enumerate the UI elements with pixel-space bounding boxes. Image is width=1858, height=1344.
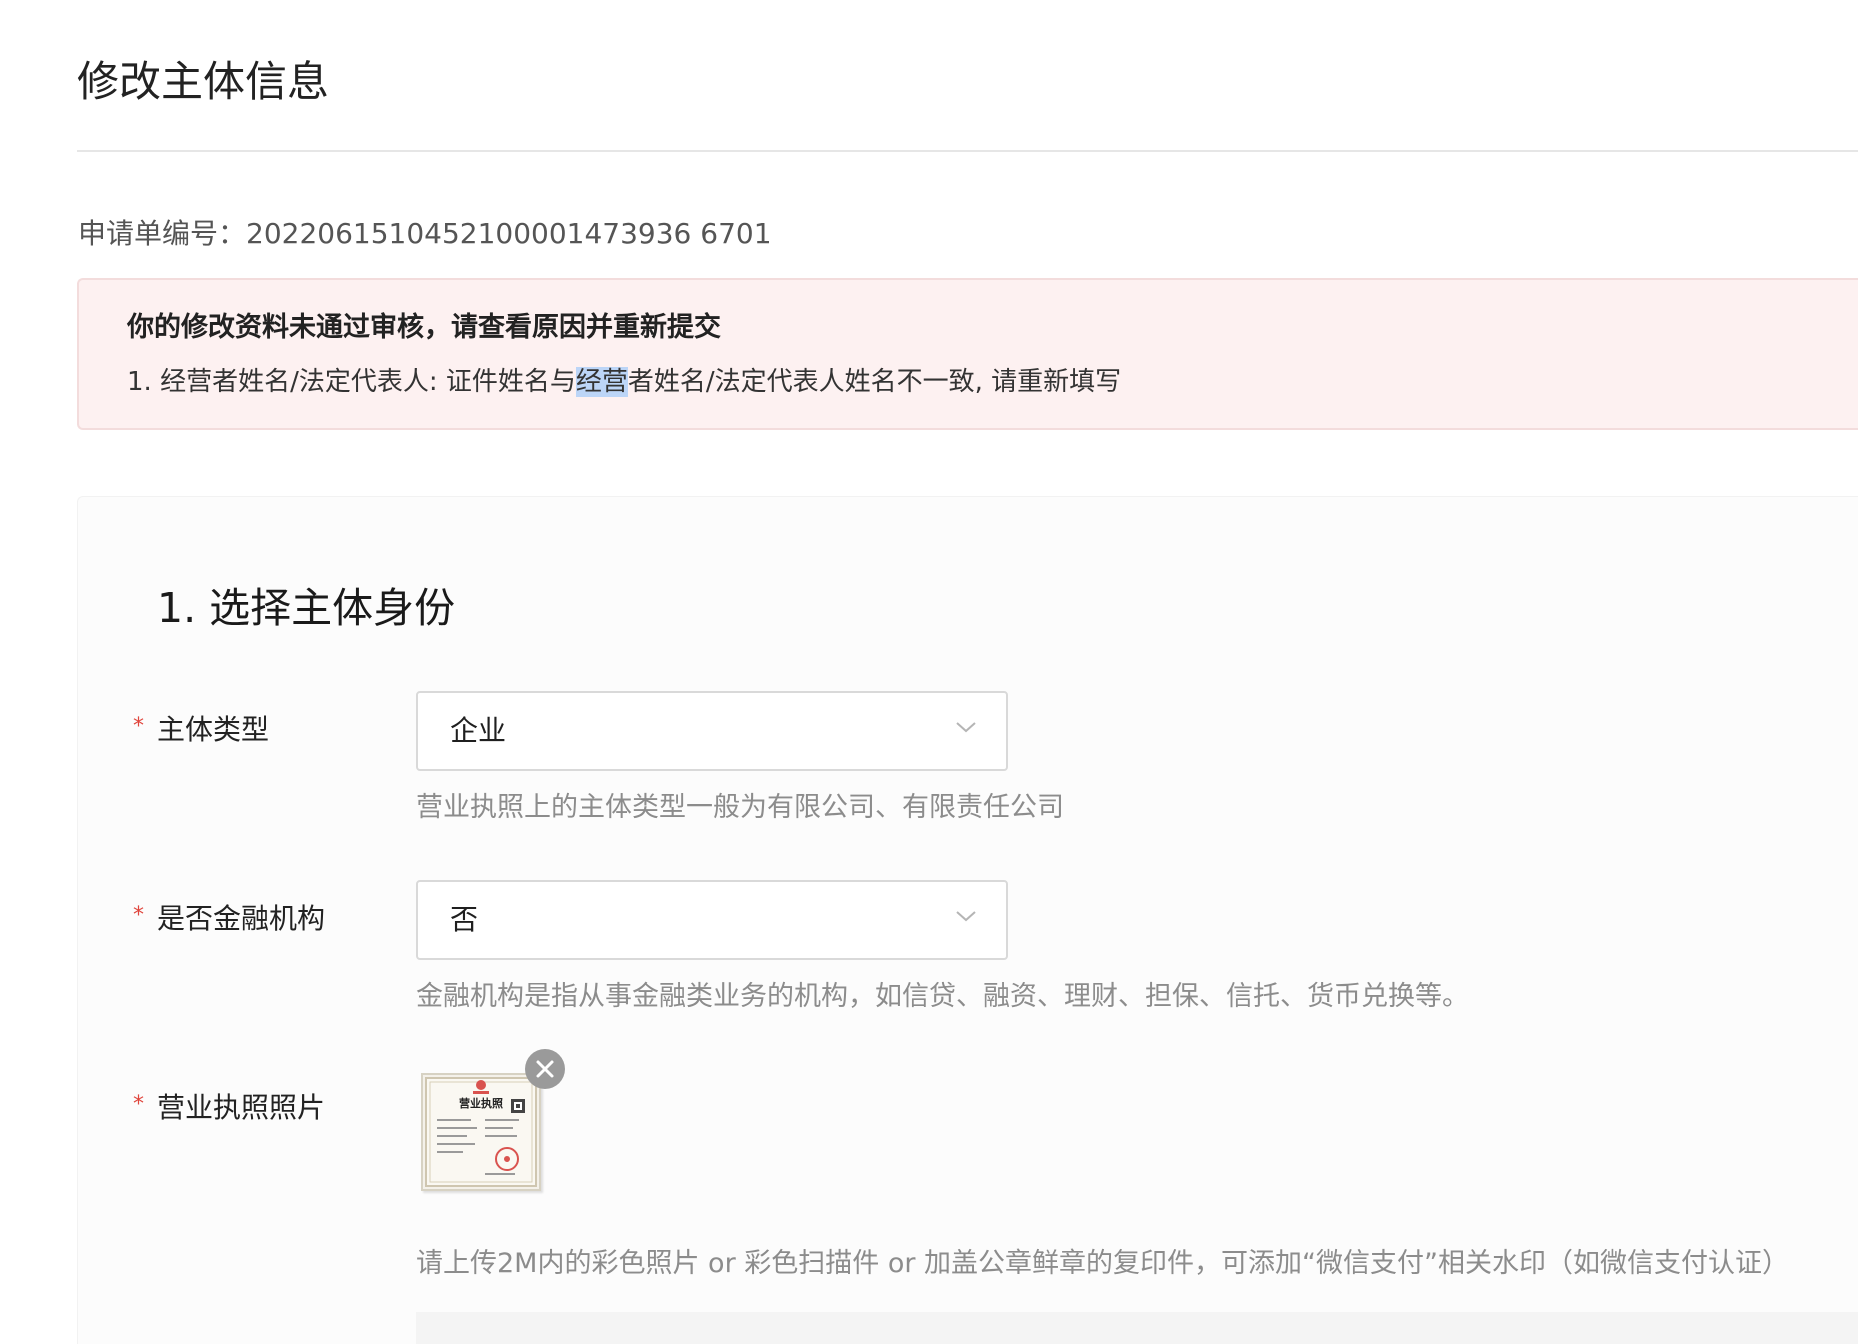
financial-institution-label-text: 是否金融机构 — [157, 902, 326, 935]
chevron-down-icon — [956, 911, 976, 922]
required-mark: * — [133, 903, 144, 928]
subject-type-label: * 主体类型 — [133, 710, 269, 750]
financial-institution-label: * 是否金融机构 — [133, 899, 325, 939]
page-title: 修改主体信息 — [77, 57, 330, 106]
upload-area[interactable] — [416, 1312, 1858, 1344]
alert-reason-suffix: 者姓名/法定代表人姓名不一致, 请重新填写 — [627, 367, 1122, 397]
financial-institution-value: 否 — [450, 903, 479, 936]
subject-type-select[interactable]: 企业 — [416, 691, 1008, 771]
close-icon — [536, 1060, 554, 1078]
business-license-image: 营业执照 — [425, 1077, 537, 1187]
page: 修改主体信息 申请单编号：2022061510452100001473936 6… — [0, 0, 1858, 1344]
business-license-label: * 营业执照照片 — [133, 1088, 325, 1128]
required-mark: * — [133, 1092, 144, 1117]
financial-institution-select[interactable]: 否 — [416, 880, 1008, 960]
alert-title: 你的修改资料未通过审核，请查看原因并重新提交 — [127, 312, 721, 343]
license-image-title: 营业执照 — [459, 1096, 503, 1110]
section-title: 1. 选择主体身份 — [157, 584, 456, 632]
subject-type-value: 企业 — [450, 714, 507, 747]
chevron-down-icon — [956, 722, 976, 733]
alert-reason-highlight: 经营 — [575, 367, 628, 397]
rejection-alert: 你的修改资料未通过审核，请查看原因并重新提交 1. 经营者姓名/法定代表人: 证… — [77, 278, 1858, 430]
financial-institution-hint: 金融机构是指从事金融类业务的机构，如信贷、融资、理财、担保、信托、货币兑换等。 — [416, 981, 1469, 1012]
title-divider — [77, 150, 1858, 152]
application-number: 申请单编号：2022061510452100001473936 6701 — [78, 217, 772, 250]
alert-reason-prefix: 1. 经营者姓名/法定代表人: 证件姓名与 — [127, 367, 576, 397]
business-license-label-text: 营业执照照片 — [157, 1091, 326, 1124]
business-license-thumbnail[interactable]: 营业执照 — [421, 1073, 541, 1191]
subject-type-hint: 营业执照上的主体类型一般为有限公司、有限责任公司 — [416, 792, 1064, 823]
alert-reason: 1. 经营者姓名/法定代表人: 证件姓名与经营者姓名/法定代表人姓名不一致, 请… — [127, 362, 1121, 402]
required-mark: * — [133, 714, 144, 739]
business-license-hint: 请上传2M内的彩色照片 or 彩色扫描件 or 加盖公章鲜章的复印件，可添加“微… — [416, 1248, 1790, 1279]
remove-image-button[interactable] — [525, 1049, 565, 1089]
subject-type-label-text: 主体类型 — [157, 713, 270, 746]
